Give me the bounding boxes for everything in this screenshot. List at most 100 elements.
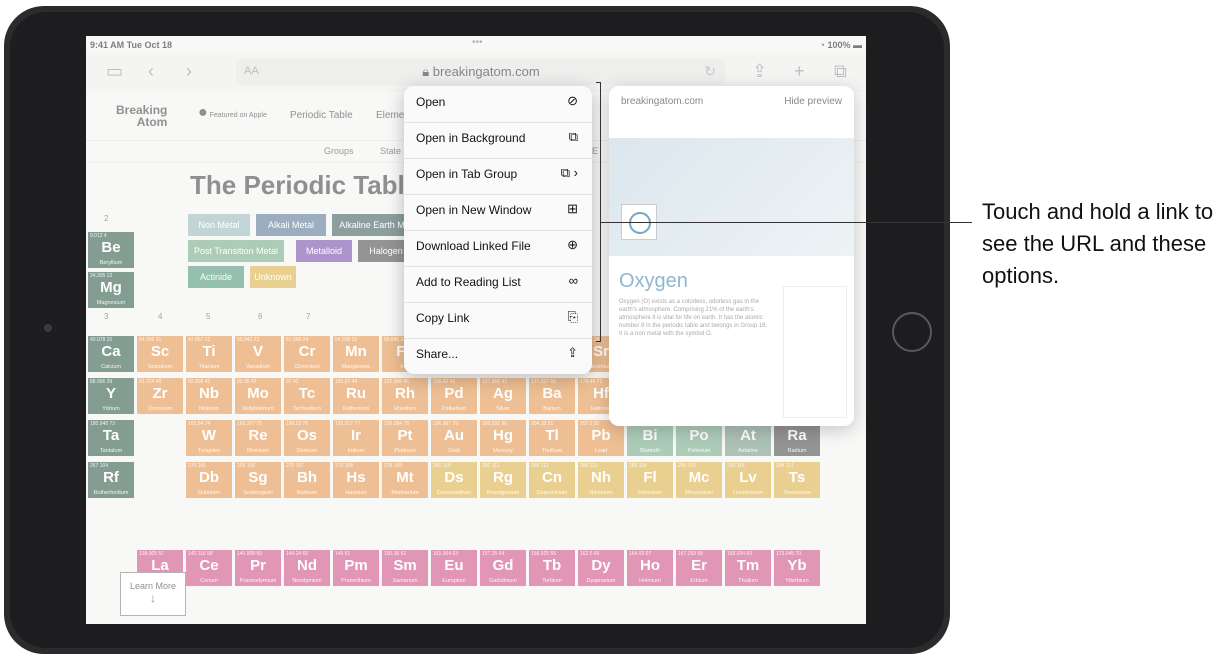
element-tile[interactable]: 270 105 Db Dubnium [186,462,232,498]
element-name: Bismuth [640,448,660,454]
element-tile[interactable]: 168.934 69 Tm Thulium [725,550,771,586]
element-tile[interactable]: 267 104 Rf Rutherfordium [88,462,134,498]
forward-icon[interactable]: › [186,61,192,82]
reload-icon[interactable]: ↻ [704,63,716,80]
element-tile[interactable]: 91.224 40 Zr Zirconium [137,378,183,414]
element-tile[interactable]: 24.305 12 Mg Magnesium [88,272,134,308]
element-tile[interactable]: 40.078 20 Ca Calcium [88,336,134,372]
element-tile[interactable]: 44.956 21 Sc Scandium [137,336,183,372]
multitasking-dots-icon[interactable]: ••• [472,37,483,48]
element-tile[interactable]: 293 116 Lv Livermorium [725,462,771,498]
element-name: Europium [442,578,466,584]
element-tile[interactable]: 88.906 39 Y Yttrium [88,378,134,414]
menu-item-copy-link[interactable]: Copy Link ⎘ [404,302,592,339]
element-symbol: Y [105,385,116,402]
menu-item-open-in-tab-group[interactable]: Open in Tab Group ⧉ › [404,158,592,195]
address-bar[interactable]: AA 🔒︎ breakingatom.com ↻ [236,59,726,85]
element-name: Astatine [738,448,758,454]
element-name: Iridium [347,448,365,454]
menu-item-download-linked-file[interactable]: Download Linked File ⊕ [404,230,592,267]
element-tile[interactable]: 190.23 76 Os Osmium [284,420,330,456]
back-icon[interactable]: ‹ [148,61,154,82]
element-tile[interactable]: 290 115 Mc Moscovium [676,462,722,498]
element-tile[interactable]: 204.38 81 Tl Thallium [529,420,575,456]
learn-more-button[interactable]: Learn More ↓ [120,572,186,616]
element-tile[interactable]: 286 113 Nh Nihonium [578,462,624,498]
nav-periodic-table[interactable]: Periodic Table [290,110,353,121]
element-tile[interactable]: 158.925 65 Tb Terbium [529,550,575,586]
menu-item-icon: ⎘ [567,309,578,324]
element-tile[interactable]: 289 114 Fl Flerovium [627,462,673,498]
legend-item[interactable]: Non Metal [188,214,250,236]
element-tile[interactable]: 140.908 59 Pr Praseodymium [235,550,281,586]
element-tile[interactable]: 102.906 45 Rh Rhodium [382,378,428,414]
element-tile[interactable]: 167.259 68 Er Erbium [676,550,722,586]
element-tile[interactable]: 106.42 46 Pd Palladium [431,378,477,414]
subnav-state[interactable]: State [380,146,401,156]
tabs-overview-icon[interactable]: ⧉ [834,61,847,82]
legend-item[interactable]: Unknown [250,266,296,288]
element-tile[interactable]: 150.36 62 Sm Samarium [382,550,428,586]
element-name: Tungsten [197,448,221,454]
menu-item-share[interactable]: Share... ⇪ [404,338,592,374]
element-tile[interactable]: 50.942 23 V Vanadium [235,336,281,372]
element-tile[interactable]: 164.93 67 Ho Holmium [627,550,673,586]
element-tile[interactable]: 294 117 Ts Tennessine [774,462,820,498]
element-tile[interactable]: 285 112 Cn Copernicium [529,462,575,498]
hide-preview-button[interactable]: Hide preview [784,96,842,107]
element-tile[interactable]: 151.964 63 Eu Europium [431,550,477,586]
home-button[interactable] [892,312,932,352]
new-tab-icon[interactable]: + [794,61,805,82]
element-tile[interactable]: 180.948 73 Ta Tantalum [88,420,134,456]
element-tile[interactable]: 92.906 41 Nb Niobium [186,378,232,414]
element-tile[interactable]: 107.868 47 Ag Silver [480,378,526,414]
element-name: Terbium [542,578,562,584]
menu-item-open-in-new-window[interactable]: Open in New Window ⊞ [404,194,592,231]
menu-item-label: Open in New Window [416,203,532,217]
element-tile[interactable]: 47.867 22 Ti Titanium [186,336,232,372]
link-preview[interactable]: breakingatom.com Hide preview Oxygen Oxy… [609,86,854,426]
menu-item-add-to-reading-list[interactable]: Add to Reading List ∞ [404,266,592,303]
site-logo[interactable]: Breaking Atom [116,104,167,128]
element-tile[interactable]: 270 107 Bh Bohrium [284,462,330,498]
element-tile[interactable]: 269 106 Sg Seaborgium [235,462,281,498]
element-tile[interactable]: 101.07 44 Ru Ruthenium [333,378,379,414]
element-tile[interactable]: 173.045 70 Yb Ytterbium [774,550,820,586]
element-tile[interactable]: 51.996 24 Cr Chromium [284,336,330,372]
element-tile[interactable]: 140.116 58 Ce Cerium [186,550,232,586]
legend-item[interactable]: Post Transition Metal [188,240,284,262]
menu-item-open[interactable]: Open ⊘ [404,86,592,123]
legend-item[interactable]: Metalloid [296,240,352,262]
legend-item[interactable]: Alkaline Earth M [332,214,412,236]
element-tile[interactable]: 192.217 77 Ir Iridium [333,420,379,456]
sidebar-icon[interactable]: ▭ [106,61,123,82]
element-symbol: Bi [642,427,658,444]
element-tile[interactable]: 144.24 60 Nd Neodymium [284,550,330,586]
menu-item-open-in-background[interactable]: Open in Background ⧉ [404,122,592,159]
element-tile[interactable]: 157.25 64 Gd Gadolinium [480,550,526,586]
legend-item[interactable]: Alkali Metal [256,214,326,236]
element-tile[interactable]: 196.967 79 Au Gold [431,420,477,456]
element-symbol: Rg [493,469,513,486]
element-tile[interactable]: 54.938 25 Mn Manganese [333,336,379,372]
share-icon[interactable]: ⇪ [752,61,767,82]
lock-icon: 🔒︎ [422,64,433,79]
element-tile[interactable]: 281 110 Ds Darmstadtium [431,462,477,498]
element-tile[interactable]: 137.327 56 Ba Barium [529,378,575,414]
subnav-groups[interactable]: Groups [324,146,354,156]
element-tile[interactable]: 183.84 74 W Tungsten [186,420,232,456]
element-tile[interactable]: 278 109 Mt Meitnerium [382,462,428,498]
element-name: Zirconium [147,406,173,412]
element-tile[interactable]: 9.012 4 Be Beryllium [88,232,134,268]
element-tile[interactable]: 270 108 Hs Hassium [333,462,379,498]
nav-elements[interactable]: Eleme [376,110,404,121]
element-tile[interactable]: 195.084 78 Pt Platinum [382,420,428,456]
element-tile[interactable]: 97 43 Tc Technetium [284,378,330,414]
element-tile[interactable]: 162.5 66 Dy Dysprosium [578,550,624,586]
element-tile[interactable]: 200.592 80 Hg Mercury [480,420,526,456]
legend-item[interactable]: Actinide [188,266,244,288]
element-tile[interactable]: 186.207 75 Re Rhenium [235,420,281,456]
element-tile[interactable]: 281 111 Rg Roentgenium [480,462,526,498]
element-tile[interactable]: 145 61 Pm Promethium [333,550,379,586]
element-tile[interactable]: 95.95 42 Mo Molybdenum [235,378,281,414]
